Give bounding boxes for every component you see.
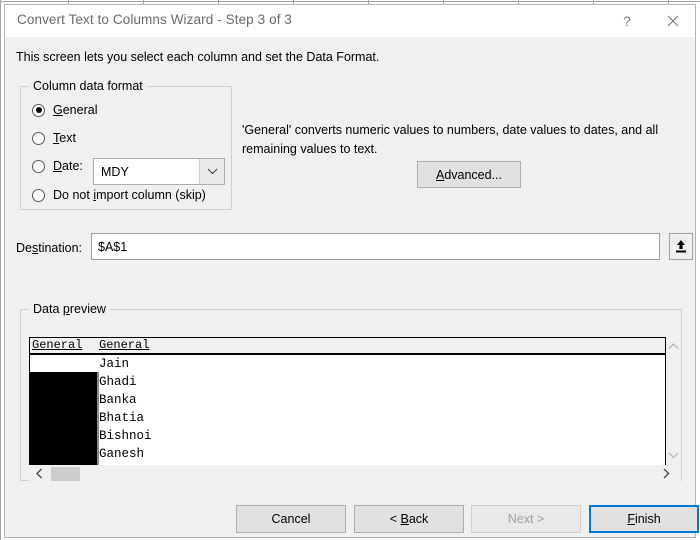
range-select-icon [676, 240, 686, 253]
preview-cell: Bhatia [99, 411, 145, 425]
destination-input[interactable]: $A$1 [91, 233, 660, 260]
scroll-left-button[interactable] [31, 465, 48, 482]
cancel-button[interactable]: Cancel [236, 505, 346, 533]
intro-text: This screen lets you select each column … [16, 50, 380, 64]
next-button-label: Next > [507, 512, 545, 526]
preview-cell: Banka [99, 393, 137, 407]
radio-date[interactable]: Date: [32, 157, 83, 175]
preview-data-rows: Yash Jain Vedant Ghadi Madhav Banka Anmo… [30, 355, 665, 465]
title-bar: Convert Text to Columns Wizard - Step 3 … [5, 5, 695, 37]
back-button[interactable]: < Back [354, 505, 464, 533]
preview-cell: Yash [32, 357, 63, 371]
chevron-left-icon [36, 468, 42, 479]
back-button-label: < Back [389, 512, 429, 526]
table-row[interactable]: Madhav Banka [30, 391, 665, 409]
radio-date-indicator [32, 159, 45, 173]
date-format-dropdown-button[interactable] [199, 159, 224, 184]
next-button: Next > [471, 505, 581, 533]
preview-cell: Jain [99, 357, 130, 371]
table-row[interactable]: Ram Ganesh [30, 445, 665, 463]
format-description: 'General' converts numeric values to num… [242, 123, 659, 156]
radio-general[interactable]: General [32, 101, 97, 119]
horizontal-scroll-thumb[interactable] [51, 467, 80, 481]
scroll-down-button[interactable] [666, 448, 681, 463]
radio-skip-column-indicator [32, 188, 45, 202]
radio-text[interactable]: Text [32, 129, 76, 147]
dialog-title: Convert Text to Columns Wizard - Step 3 … [17, 12, 293, 27]
radio-date-label: Date: [53, 159, 83, 173]
date-format-value: MDY [101, 164, 129, 179]
preview-cell: Ganesh [99, 447, 145, 461]
radio-text-label: Text [53, 131, 76, 145]
help-button[interactable]: ? [605, 5, 649, 37]
chevron-down-icon [207, 168, 217, 175]
scroll-right-button[interactable] [658, 465, 675, 482]
chevron-down-icon [668, 452, 679, 459]
selected-column-highlight [30, 372, 97, 465]
preview-column-header[interactable]: General [97, 338, 217, 353]
cancel-button-label: Cancel [271, 512, 311, 526]
preview-header-row: General General [30, 338, 665, 355]
advanced-button[interactable]: Advanced... [417, 161, 521, 188]
chevron-right-icon [663, 468, 670, 479]
radio-general-indicator [32, 103, 45, 117]
column-data-format-group: Column data format General Text Date: Do… [20, 79, 232, 210]
scroll-up-button[interactable] [666, 339, 681, 354]
table-row[interactable]: Vedant Ghadi [30, 373, 665, 391]
radio-skip-column-label: Do not import column (skip) [53, 188, 206, 202]
preview-cell: Bishnoi [99, 429, 152, 443]
advanced-button-label: Advanced... [435, 167, 503, 182]
preview-column-header[interactable]: General [30, 338, 97, 353]
radio-general-label: General [53, 103, 98, 117]
data-preview-grid[interactable]: General General Yash Jain Vedant Ghadi [29, 337, 666, 465]
destination-range-picker-button[interactable] [669, 233, 693, 260]
table-row[interactable]: Yash Jain [30, 355, 665, 373]
finish-button-label: Finish [627, 512, 661, 526]
close-button[interactable] [651, 5, 695, 37]
close-icon [667, 15, 679, 27]
data-preview-legend: Data preview [29, 302, 110, 316]
sheet-gridline-vertical [0, 0, 1, 540]
date-format-combobox[interactable]: MDY [93, 158, 225, 185]
column-data-format-legend: Column data format [29, 79, 147, 93]
finish-button[interactable]: Finish [589, 505, 699, 533]
data-preview-area: General General Yash Jain Vedant Ghadi [29, 337, 681, 482]
radio-text-indicator [32, 131, 45, 145]
chevron-up-icon [668, 343, 679, 349]
selected-column-edge [97, 372, 99, 465]
question-mark-icon: ? [623, 13, 631, 29]
table-row[interactable]: Anmol Bhatia [30, 409, 665, 427]
sheet-gridline-horizontal [0, 1, 700, 2]
convert-text-to-columns-dialog: Convert Text to Columns Wizard - Step 3 … [4, 4, 699, 538]
table-row[interactable]: Shubham Bishnoi [30, 427, 665, 445]
preview-cell: Ghadi [99, 375, 137, 389]
preview-vertical-scrollbar[interactable] [666, 337, 681, 465]
radio-skip-column[interactable]: Do not import column (skip) [32, 186, 206, 204]
preview-horizontal-scrollbar[interactable] [29, 465, 681, 482]
destination-label: Destination: [16, 241, 83, 255]
screen: Convert Text to Columns Wizard - Step 3 … [0, 0, 700, 540]
